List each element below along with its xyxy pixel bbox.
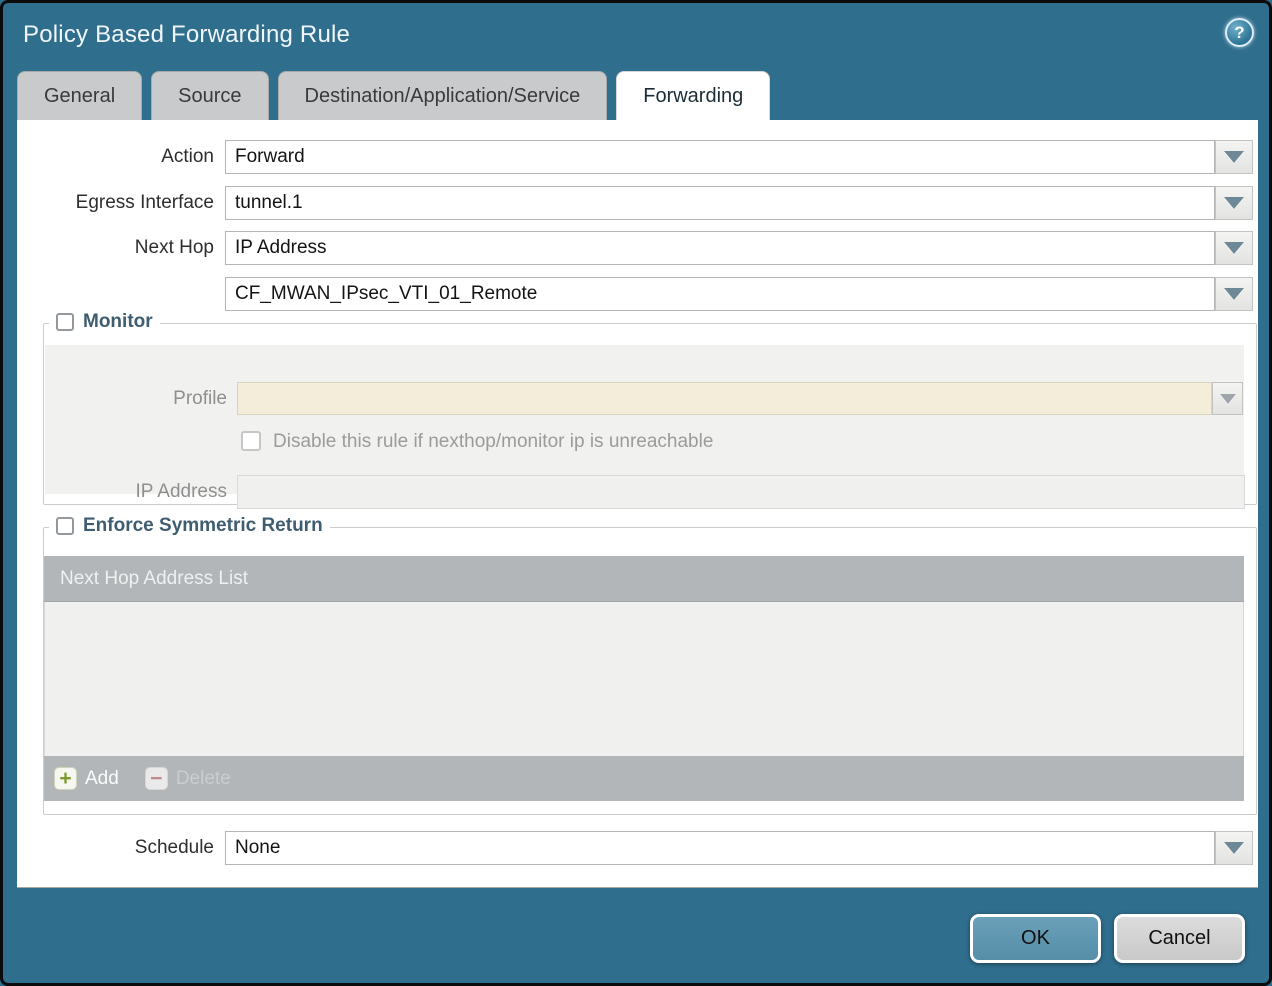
help-icon[interactable]: ? [1225,18,1254,47]
disable-rule-checkbox[interactable] [241,431,261,451]
next-hop-address-select[interactable]: CF_MWAN_IPsec_VTI_01_Remote [225,277,1215,311]
minus-icon: − [145,767,168,790]
next-hop-address-list-body[interactable] [44,602,1244,756]
monitor-checkbox[interactable] [56,313,74,331]
egress-interface-label: Egress Interface [17,186,214,220]
symmetric-return-legend: Enforce Symmetric Return [49,515,330,537]
pbf-rule-dialog: { "dialog": { "title": "Policy Based For… [0,0,1272,986]
ok-button[interactable]: OK [970,914,1101,963]
symmetric-return-checkbox[interactable] [56,517,74,535]
add-button-label: Add [85,768,119,790]
monitor-panel: Profile Disable this rule if nexthop/mon… [45,345,1244,494]
symmetric-return-legend-label: Enforce Symmetric Return [83,515,323,537]
monitor-legend: Monitor [49,311,160,333]
egress-interface-dropdown-button[interactable] [1215,186,1253,220]
disable-rule-label: Disable this rule if nexthop/monitor ip … [273,431,713,452]
add-button[interactable]: + Add [54,767,119,790]
action-label: Action [17,140,214,174]
next-hop-label: Next Hop [17,231,214,265]
next-hop-address-list-toolbar: + Add − Delete [44,756,1244,801]
monitor-ip-address-input[interactable] [237,475,1245,509]
schedule-dropdown-button[interactable] [1215,831,1253,865]
cancel-button[interactable]: Cancel [1114,914,1245,963]
tab-source[interactable]: Source [151,71,268,120]
tab-bar: General Source Destination/Application/S… [17,71,770,120]
next-hop-address-list-header: Next Hop Address List [44,556,1244,602]
chevron-down-icon [1224,151,1244,163]
action-dropdown-button[interactable] [1215,140,1253,174]
chevron-down-icon [1224,288,1244,300]
egress-interface-select[interactable]: tunnel.1 [225,186,1215,220]
monitor-ip-address-label: IP Address [45,475,227,508]
delete-button[interactable]: − Delete [145,767,231,790]
monitor-group: Monitor Profile Disable this rule if nex… [43,323,1257,505]
profile-dropdown-button[interactable] [1212,382,1243,415]
profile-select[interactable] [237,382,1212,415]
next-hop-type-select[interactable]: IP Address [225,231,1215,265]
schedule-label: Schedule [17,831,214,865]
chevron-down-icon [1224,242,1244,254]
next-hop-address-table: Next Hop Address List + Add − Delete [44,556,1244,801]
schedule-select[interactable]: None [225,831,1215,865]
next-hop-type-dropdown-button[interactable] [1215,231,1253,265]
next-hop-address-dropdown-button[interactable] [1215,277,1253,311]
monitor-legend-label: Monitor [83,311,153,333]
symmetric-return-group: Enforce Symmetric Return Next Hop Addres… [43,527,1257,815]
tab-destination-application-service[interactable]: Destination/Application/Service [278,71,608,120]
profile-label: Profile [45,382,227,415]
tab-forwarding[interactable]: Forwarding [616,71,770,120]
delete-button-label: Delete [176,768,231,790]
tab-general[interactable]: General [17,71,142,120]
chevron-down-icon [1220,394,1236,404]
action-select[interactable]: Forward [225,140,1215,174]
plus-icon: + [54,767,77,790]
chevron-down-icon [1224,197,1244,209]
dialog-title: Policy Based Forwarding Rule [23,21,350,49]
chevron-down-icon [1224,842,1244,854]
forwarding-tab-panel: Action Forward Egress Interface tunnel.1… [17,120,1258,888]
